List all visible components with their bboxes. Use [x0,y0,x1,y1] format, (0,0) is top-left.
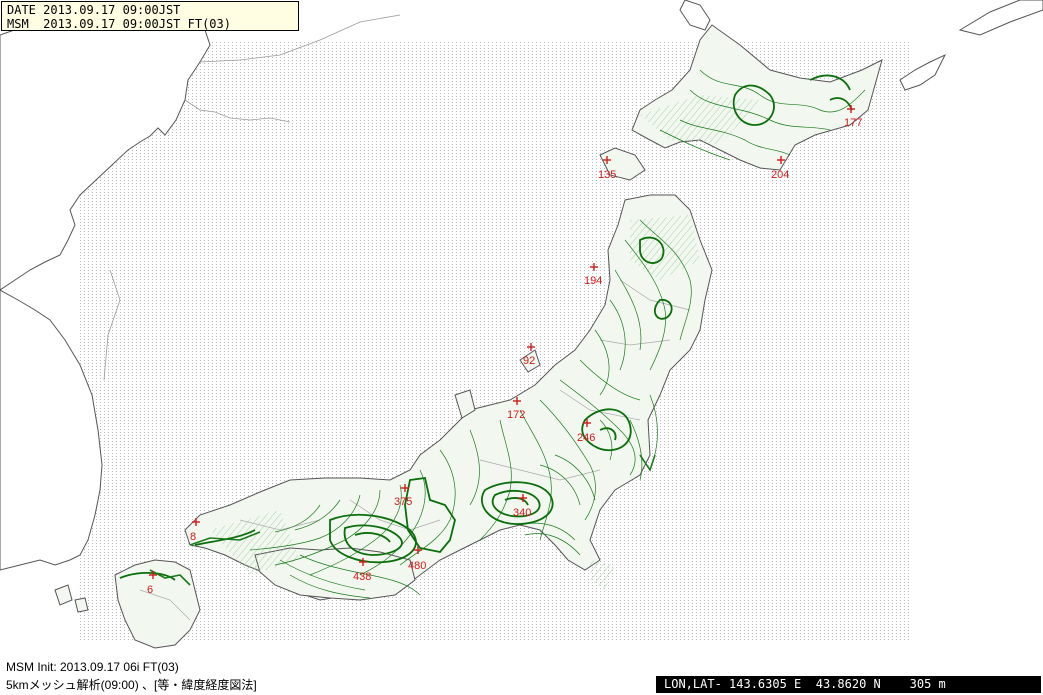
date-line: DATE 2013.09.17 09:00JST [7,3,181,17]
station-label: 204 [771,169,789,181]
map-canvas[interactable]: 177 135 204 194 92 172 246 375 340 480 4… [0,0,1043,695]
analysis-method-text: 5kmメッシュ解析(09:00) 、[等・緯度経度図法] [6,678,257,692]
station-label: 92 [523,355,535,367]
station-label: 246 [577,432,595,444]
station-label: 172 [507,409,525,421]
station-label: 340 [513,507,531,519]
model-line: MSM 2013.09.17 09:00JST FT(03) [7,17,231,31]
station-label: 480 [408,560,426,572]
station-label: 177 [844,117,862,129]
station-label: 194 [584,275,602,287]
station-label: 375 [394,496,412,508]
station-label: 8 [190,531,196,543]
station-label: 438 [353,571,371,583]
model-init-text: MSM Init: 2013.09.17 06i FT(03) [6,660,179,674]
cursor-coordinate-readout: LON,LAT- 143.6305 E 43.8620 N 305 m [656,676,1041,693]
station-label: 6 [147,584,153,596]
station-label: 135 [598,169,616,181]
header-info-box: DATE 2013.09.17 09:00JST MSM 2013.09.17 … [1,1,299,31]
